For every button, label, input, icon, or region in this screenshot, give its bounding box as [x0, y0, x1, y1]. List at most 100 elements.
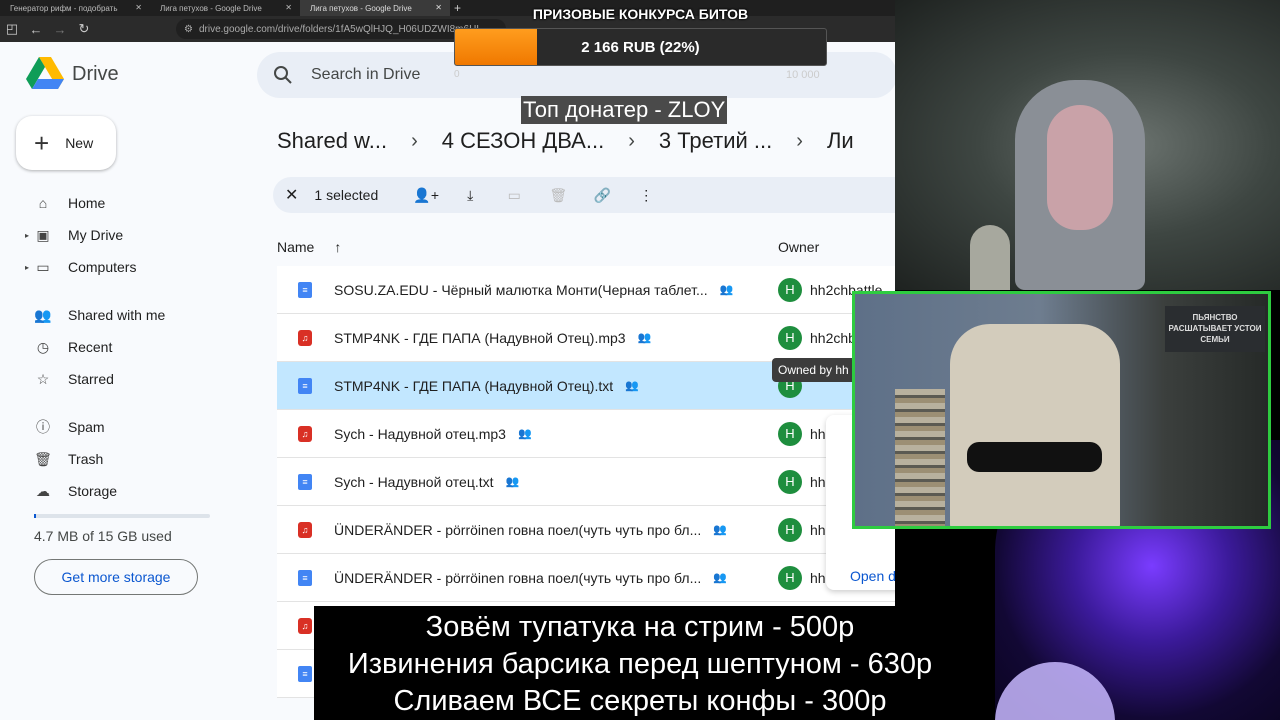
people-icon: 👥 [34, 306, 52, 323]
sidebar-item-label: Storage [68, 483, 118, 499]
more-vert-icon[interactable]: ⋮ [624, 187, 668, 204]
browser-tab-2[interactable]: Лига петухов - Google Drive ✕ [150, 0, 300, 16]
breadcrumb-item[interactable]: Ли [827, 128, 854, 154]
detail-link-text: Open detailed view [850, 568, 895, 584]
file-name: Sych - Надувной отец.txt [334, 473, 494, 490]
tab-search-icon[interactable]: ◰ [0, 21, 24, 37]
file-row[interactable]: ♫ STMP4NK - ГДЕ ПАПА (Надувной Отец).mp3 👥… [277, 314, 895, 362]
sidebar-item-my-drive[interactable]: ▸ ▣ My Drive [0, 219, 240, 251]
sidebar-item-label: Home [68, 195, 106, 211]
stream-screen: Генератор рифм - подобрать ✕ Лига петухов… [0, 0, 1280, 720]
doc-file-icon: ≡ [298, 281, 312, 298]
sidebar-item-label: Recent [68, 339, 113, 355]
file-name: Sych - Надувной отец.mp3 [334, 425, 506, 442]
file-name: ÜNDERÄNDER - pörröinen говна поел(чуть ч… [334, 521, 702, 538]
tab-title: Лига петухов - Google Drive [310, 3, 412, 13]
audio-file-icon: ♫ [298, 329, 312, 346]
mask-shape [1047, 105, 1113, 230]
close-icon[interactable]: ✕ [285, 3, 292, 12]
doc-file-icon: ≡ [298, 569, 312, 586]
file-row[interactable]: ♫ ÜNDERÄNDER - pörröinen говна поел(чуть … [277, 506, 895, 554]
sidebar-item-home[interactable]: ⌂ Home [0, 187, 240, 219]
donation-goal-min: 0 [454, 69, 460, 80]
owner-avatar: H [778, 517, 802, 542]
top-donater-label: Топ донатер - ZLOY [521, 96, 728, 124]
sidebar-item-trash[interactable]: 🗑 Trash [0, 443, 240, 475]
owner-tooltip: Owned by hh [772, 358, 862, 382]
bookshelf-shape [895, 389, 945, 526]
drive-logo[interactable]: Drive [26, 57, 119, 91]
link-icon[interactable]: 🔗 [580, 187, 624, 204]
share-person-icon[interactable]: 👤+ [404, 187, 448, 204]
tab-title: Генератор рифм - подобрать [10, 3, 118, 13]
breadcrumb-item[interactable]: 4 СЕЗОН ДВА... [442, 128, 604, 154]
file-list-header: Name ↑ Owner [277, 232, 895, 262]
owner-avatar: H [778, 421, 802, 446]
search-icon[interactable] [273, 65, 293, 85]
open-detailed-view-link[interactable]: Open detailed view ⧉ [850, 568, 895, 585]
site-info-icon[interactable]: ⚙ [184, 24, 193, 35]
file-name: ÜNDERÄNDER - pörröinen говна поел(чуть ч… [334, 569, 702, 586]
download-icon[interactable]: ⤓ [448, 187, 492, 204]
browser-tab-3[interactable]: Лига петухов - Google Drive ✕ [300, 0, 450, 16]
close-icon[interactable]: ✕ [435, 3, 442, 12]
url-text: drive.google.com/drive/folders/1fA5wQlHJ… [198, 23, 480, 35]
sidebar-item-starred[interactable]: ☆ Starred [0, 363, 240, 395]
clear-selection-icon[interactable]: ✕ [285, 185, 298, 205]
owner-name: hh [810, 473, 826, 490]
reload-icon[interactable]: ↻ [72, 21, 96, 37]
shared-icon: 👥 [719, 284, 734, 296]
clock-icon: ◷ [36, 338, 50, 355]
forward-icon[interactable]: → [48, 22, 72, 37]
breadcrumb-item[interactable]: 3 Третий ... [659, 128, 772, 154]
sidebar-item-label: Spam [68, 419, 105, 435]
audio-file-icon: ♫ [298, 521, 312, 538]
storage-usage-text: 4.7 MB of 15 GB used [34, 528, 172, 544]
file-row[interactable]: ≡ ÜNDERÄNDER - pörröinen говна поел(чуть … [277, 554, 895, 602]
owner-column-header[interactable]: Owner [778, 239, 819, 255]
selection-count: 1 selected [314, 187, 379, 203]
sidebar-item-label: Starred [68, 371, 114, 387]
sidebar-item-computers[interactable]: ▸ ▭ Computers [0, 251, 240, 283]
close-icon[interactable]: ✕ [135, 3, 142, 12]
move-icon: ▭ [507, 186, 521, 203]
sidebar-item-shared[interactable]: 👥 Shared with me [0, 299, 240, 331]
search-input[interactable]: Search in Drive [311, 66, 420, 84]
new-button[interactable]: + New [16, 116, 116, 170]
shared-icon: 👥 [713, 524, 727, 536]
file-row[interactable]: ≡ SOSU.ZA.EDU - Чёрный малютка Монти(Черн… [277, 266, 895, 314]
trash-icon: 🗑 [549, 186, 568, 203]
sidebar-nav: ⌂ Home ▸ ▣ My Drive ▸ ▭ Computers 👥 Shared wit… [0, 187, 240, 507]
sidebar-item-recent[interactable]: ◷ Recent [0, 331, 240, 363]
owner-avatar: H [778, 565, 802, 590]
get-more-storage-button[interactable]: Get more storage [34, 559, 198, 595]
chevron-right-icon: › [796, 129, 803, 152]
doc-file-icon: ≡ [298, 473, 312, 490]
file-row[interactable]: ♫ Sych - Надувной отец.mp3 👥 Hhh [277, 410, 895, 458]
sidebar-item-storage[interactable]: ☁ Storage [0, 475, 240, 507]
breadcrumb-item[interactable]: Shared w... [277, 128, 387, 154]
donation-menu-item: Зовём тупатука на стрим - 500р [425, 611, 855, 643]
browser-tab-1[interactable]: Генератор рифм - подобрать ✕ [0, 0, 150, 16]
expand-arrow-icon[interactable]: ▸ [25, 231, 29, 240]
sort-arrow-icon[interactable]: ↑ [334, 239, 341, 255]
file-name: STMP4NK - ГДЕ ПАПА (Надувной Отец).mp3 [334, 329, 626, 346]
audio-file-icon: ♫ [298, 425, 312, 442]
microphone-shape [970, 225, 1010, 290]
sidebar-item-label: My Drive [68, 227, 124, 243]
back-icon[interactable]: ← [24, 22, 48, 37]
tab-title: Лига петухов - Google Drive [160, 3, 262, 13]
expand-arrow-icon[interactable]: ▸ [25, 263, 29, 272]
plus-icon: + [34, 127, 50, 158]
shared-icon: 👥 [625, 380, 639, 392]
wall-poster: ПЬЯНСТВО РАСШАТЫВАЕТ УСТОИ СЕМЬИ [1165, 306, 1265, 352]
cloud-icon: ☁ [36, 482, 50, 499]
webcam-cohost: ПЬЯНСТВО РАСШАТЫВАЕТ УСТОИ СЕМЬИ [852, 291, 1271, 529]
file-row[interactable]: ≡ Sych - Надувной отец.txt 👥 Hhh [277, 458, 895, 506]
sidebar-item-spam[interactable]: ⓘ Spam [0, 411, 240, 443]
owner-name: hh [810, 425, 826, 442]
sunglasses-shape [967, 442, 1102, 472]
new-button-label: New [65, 135, 94, 151]
name-column-header[interactable]: Name [277, 239, 314, 255]
selection-toolbar: ✕ 1 selected 👤+ ⤓ ▭ 🗑 🔗 ⋮ [273, 177, 895, 213]
